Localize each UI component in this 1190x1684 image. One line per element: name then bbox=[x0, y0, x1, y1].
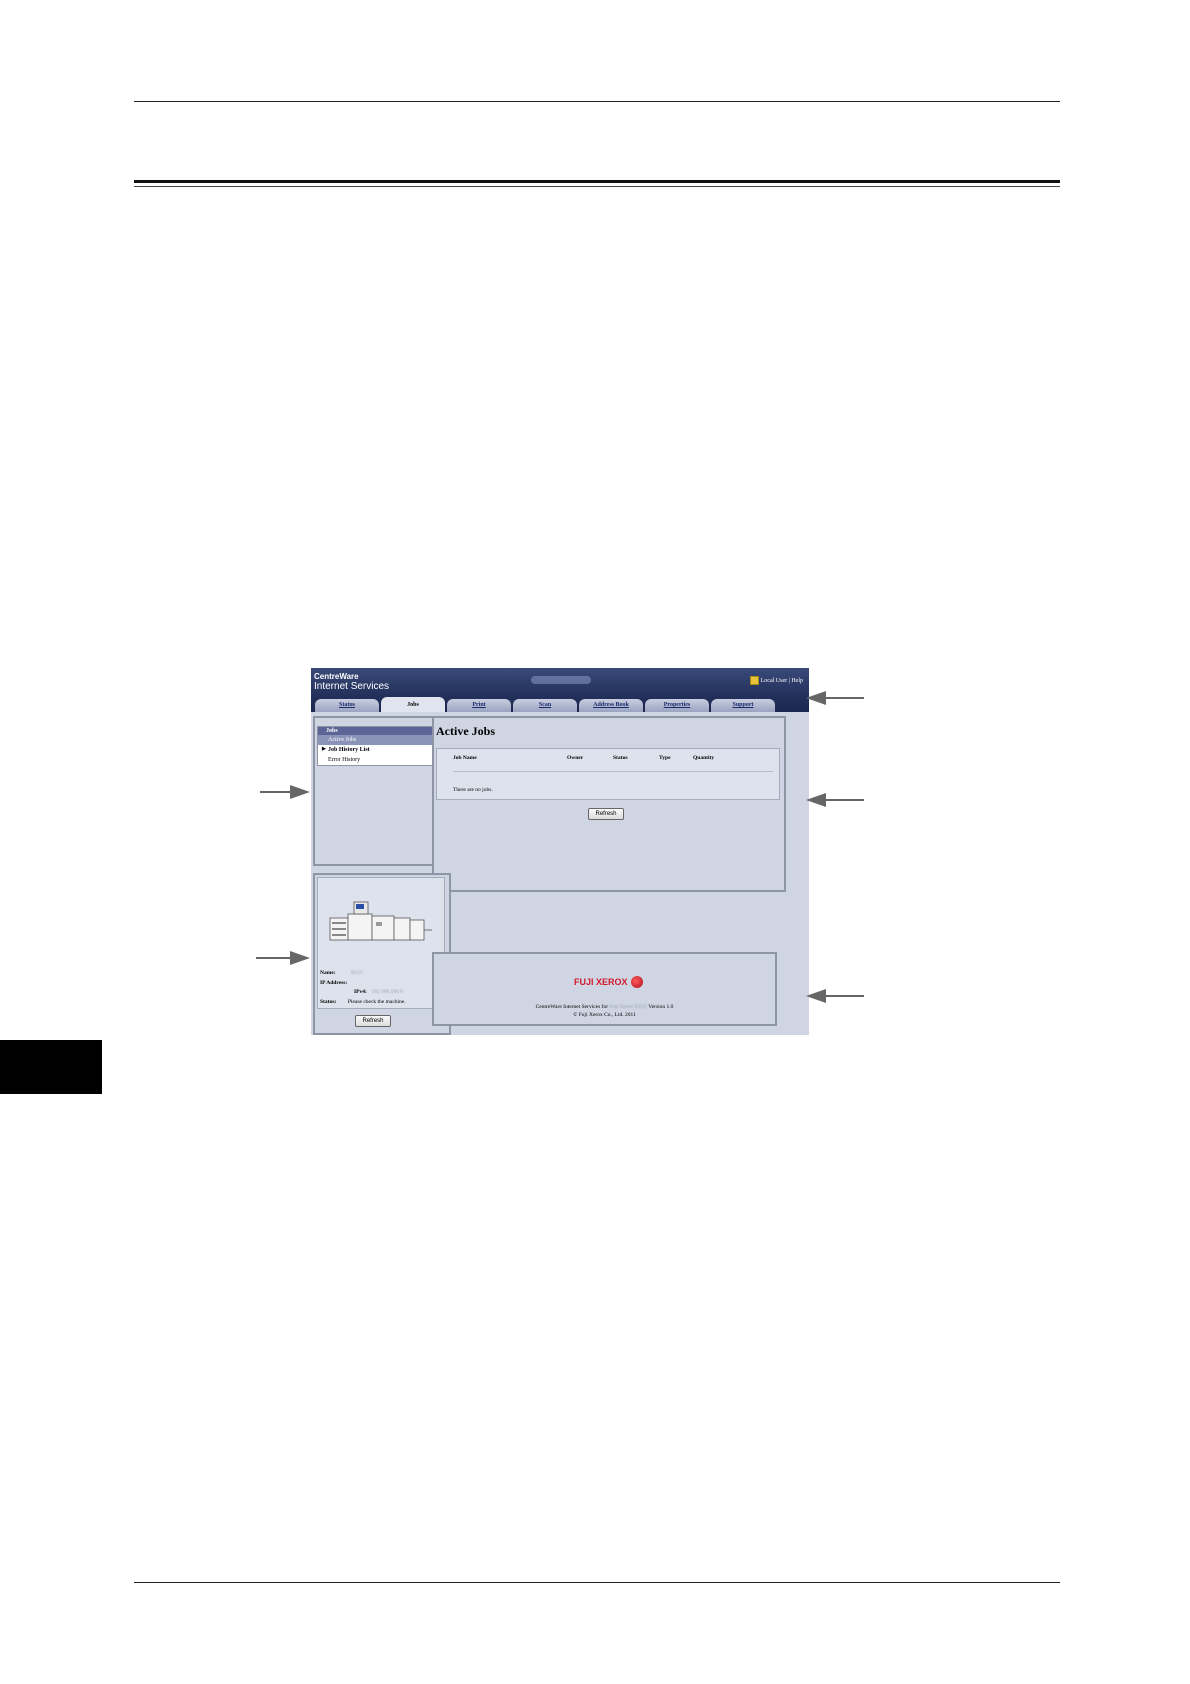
version-product: Fuji Xerox D125 bbox=[609, 1004, 648, 1010]
fuji-xerox-logo: FUJI XEROX bbox=[574, 976, 643, 988]
brand-centreware: CentreWare bbox=[314, 672, 359, 681]
menu-heading: Jobs bbox=[318, 727, 442, 735]
col-job-name[interactable]: Job Name bbox=[453, 755, 477, 761]
copyright-line: © Fuji Xerox Co., Ltd. 2011 bbox=[573, 1012, 636, 1018]
ipv4-value: 192.168.100.8 bbox=[371, 989, 403, 995]
jobs-menu: Jobs Active Jobs ▶ Job History List Erro… bbox=[317, 726, 443, 766]
callout-arrow-device bbox=[256, 951, 310, 965]
menu-item-error-history[interactable]: Error History bbox=[318, 755, 442, 765]
version-text-a: CentreWare Internet Services for bbox=[535, 1004, 609, 1010]
tab-properties[interactable]: Properties bbox=[645, 699, 709, 712]
status-label: Status: bbox=[320, 999, 337, 1005]
tab-print[interactable]: Print bbox=[447, 699, 511, 712]
ipv4-label: IPv4: bbox=[354, 989, 367, 995]
name-row: Name: D125 bbox=[320, 970, 363, 976]
cwis-header: CentreWare Internet Services Local User … bbox=[311, 668, 809, 712]
printer-icon bbox=[329, 901, 432, 941]
cwis-screenshot: CentreWare Internet Services Local User … bbox=[311, 668, 809, 1035]
tab-scan[interactable]: Scan bbox=[513, 699, 577, 712]
device-refresh-button[interactable]: Refresh bbox=[355, 1015, 391, 1027]
ipv4-row: IPv4: 192.168.100.8 bbox=[354, 989, 403, 995]
callout-arrow-menu bbox=[260, 785, 310, 799]
callout-arrow-content bbox=[806, 793, 864, 807]
user-help-links[interactable]: Local User | Help bbox=[749, 676, 803, 685]
empty-message: There are no jobs. bbox=[453, 787, 493, 793]
device-panel: Name: D125 IP Address: IPv4: 192.168.100… bbox=[313, 873, 451, 1035]
name-value: D125 bbox=[350, 970, 364, 976]
section-rule bbox=[134, 180, 1060, 183]
tab-status[interactable]: Status bbox=[315, 699, 379, 712]
col-status[interactable]: Status bbox=[613, 755, 628, 761]
footer-rule bbox=[134, 1582, 1060, 1583]
triangle-right-icon: ▶ bbox=[322, 747, 326, 752]
refresh-button[interactable]: Refresh bbox=[588, 808, 624, 820]
col-quantity[interactable]: Quantity bbox=[693, 755, 714, 761]
section-rule-thin bbox=[134, 186, 1060, 187]
content-panel: Active Jobs Job Name Owner Status Type Q… bbox=[432, 716, 786, 892]
col-owner[interactable]: Owner bbox=[567, 755, 583, 761]
main-tabs: Status Jobs Print Scan Address Book Prop… bbox=[315, 697, 775, 712]
nav-panel: Jobs Active Jobs ▶ Job History List Erro… bbox=[313, 716, 451, 866]
footer-panel: FUJI XEROX CentreWare Internet Services … bbox=[432, 952, 777, 1026]
menu-item-label: Job History List bbox=[328, 747, 370, 753]
brand-internet-services: Internet Services bbox=[314, 681, 390, 692]
header-rule bbox=[134, 101, 1060, 102]
chapter-tab bbox=[0, 1040, 102, 1094]
device-info: Name: D125 IP Address: IPv4: 192.168.100… bbox=[317, 877, 445, 1009]
xerox-ball-icon bbox=[630, 976, 643, 988]
jobs-table: Job Name Owner Status Type Quantity Ther… bbox=[436, 748, 780, 800]
table-divider bbox=[453, 771, 773, 772]
header-swoosh bbox=[531, 676, 591, 684]
version-number: Version 1.0 bbox=[648, 1004, 674, 1010]
name-label: Name: bbox=[320, 970, 336, 976]
ip-row: IP Address: bbox=[320, 980, 347, 986]
menu-item-active-jobs[interactable]: Active Jobs bbox=[318, 735, 442, 745]
callout-arrow-header bbox=[806, 691, 864, 705]
tab-address-book[interactable]: Address Book bbox=[579, 699, 643, 712]
ip-label: IP Address: bbox=[320, 980, 348, 986]
logo-text: FUJI XEROX bbox=[574, 977, 628, 987]
tab-jobs[interactable]: Jobs bbox=[381, 697, 445, 712]
page-title: Active Jobs bbox=[436, 724, 495, 738]
col-type[interactable]: Type bbox=[659, 755, 671, 761]
callout-arrow-footer bbox=[806, 989, 864, 1003]
tab-support[interactable]: Support bbox=[711, 699, 775, 712]
local-user-help-link[interactable]: Local User | Help bbox=[761, 678, 803, 684]
version-line: CentreWare Internet Services for Fuji Xe… bbox=[434, 1004, 775, 1010]
status-value: Please check the machine. bbox=[347, 999, 406, 1005]
status-row: Status: Please check the machine. bbox=[320, 999, 406, 1005]
menu-item-job-history-list[interactable]: ▶ Job History List bbox=[318, 745, 442, 755]
user-icon bbox=[749, 676, 759, 685]
